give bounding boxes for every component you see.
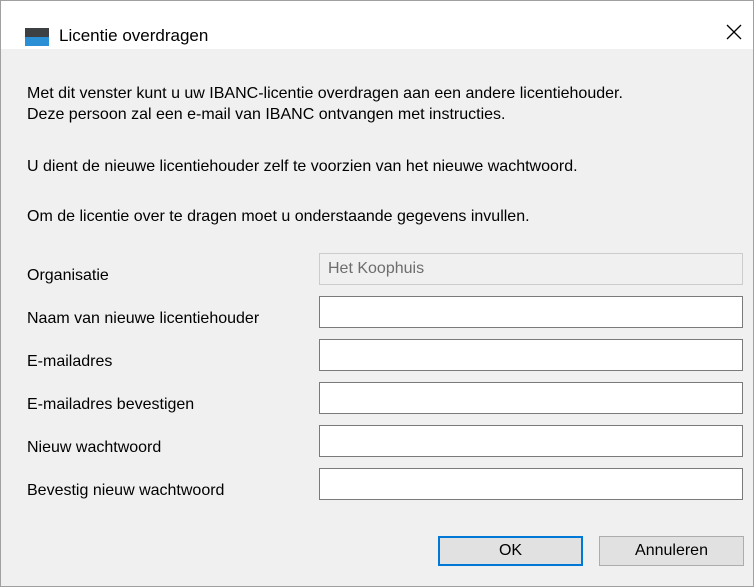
confirm-password-label: Bevestig nieuw wachtwoord: [27, 482, 225, 499]
intro-line-3: U dient de nieuwe licentiehouder zelf te…: [27, 158, 578, 175]
intro-line-2: Deze persoon zal een e-mail van IBANC on…: [27, 106, 506, 123]
intro-line-1: Met dit venster kunt u uw IBANC-licentie…: [27, 85, 623, 102]
email-field[interactable]: [319, 339, 743, 371]
new-password-field[interactable]: [319, 425, 743, 457]
new-password-label: Nieuw wachtwoord: [27, 439, 162, 456]
ok-button[interactable]: OK: [438, 536, 583, 566]
close-button[interactable]: [717, 15, 751, 49]
organisation-field: [319, 253, 743, 285]
email-confirm-field[interactable]: [319, 382, 743, 414]
new-holder-name-field[interactable]: [319, 296, 743, 328]
confirm-password-field[interactable]: [319, 468, 743, 500]
email-confirm-label: E-mailadres bevestigen: [27, 396, 195, 413]
intro-line-4: Om de licentie over te dragen moet u ond…: [27, 208, 530, 225]
email-label: E-mailadres: [27, 353, 113, 370]
new-holder-name-label: Naam van nieuwe licentiehouder: [27, 310, 260, 327]
app-icon: [25, 28, 49, 46]
license-transfer-dialog: Licentie overdragen Met dit venster kunt…: [0, 0, 754, 587]
close-icon: [726, 24, 742, 40]
organisation-label: Organisatie: [27, 267, 109, 284]
window-title: Licentie overdragen: [59, 26, 209, 45]
title-bar: Licentie overdragen: [1, 1, 753, 49]
cancel-button[interactable]: Annuleren: [599, 536, 744, 566]
